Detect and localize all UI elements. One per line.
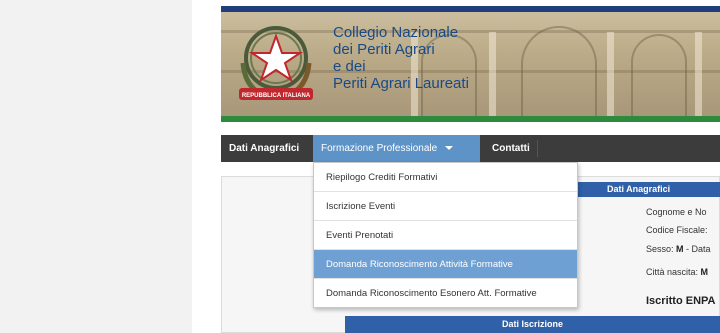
nav-label: Dati Anagrafici xyxy=(229,143,300,154)
page-gutter xyxy=(192,0,220,333)
site-header-banner: REPUBBLICA ITALIANA Collegio Nazionale d… xyxy=(221,6,720,122)
menu-item-iscrizione-eventi[interactable]: Iscrizione Eventi xyxy=(314,192,577,221)
info-row-citta-nascita: Città nascita: M xyxy=(646,267,708,277)
nav-item-formazione-professionale[interactable]: Formazione Professionale xyxy=(313,135,480,162)
nav-label: Formazione Professionale xyxy=(321,143,438,154)
sesso-value: M xyxy=(676,244,684,254)
section-header-dati-iscrizione: Dati Iscrizione xyxy=(345,316,720,333)
iscritto-enpa-label: Iscritto ENPA xyxy=(646,295,716,307)
nav-label: Contatti xyxy=(492,143,530,154)
menu-item-riepilogo-crediti[interactable]: Riepilogo Crediti Formativi xyxy=(314,163,577,192)
info-row-sesso: Sesso: M - Data xyxy=(646,244,711,254)
citta-value: M xyxy=(700,267,709,277)
menu-item-eventi-prenotati[interactable]: Eventi Prenotati xyxy=(314,221,577,250)
caret-down-icon xyxy=(445,146,454,151)
title-line: e dei xyxy=(333,58,366,75)
emblem-ribbon-text: REPUBBLICA ITALIANA xyxy=(242,93,311,99)
info-row-codice-fiscale: Codice Fiscale: xyxy=(646,225,708,235)
data-label: - Data xyxy=(683,244,711,254)
formazione-dropdown-menu: Riepilogo Crediti Formativi Iscrizione E… xyxy=(313,162,578,308)
citta-label: Città nascita: xyxy=(646,267,701,277)
nav-divider xyxy=(537,140,538,157)
menu-item-domanda-esonero[interactable]: Domanda Riconoscimento Esonero Att. Form… xyxy=(314,279,577,308)
header-green-bar xyxy=(221,116,720,122)
nav-item-contatti[interactable]: Contatti xyxy=(484,135,538,162)
info-row-cognome: Cognome e No xyxy=(646,207,707,217)
left-side-panel xyxy=(0,0,192,333)
title-line: Periti Agrari Laureati xyxy=(333,75,469,92)
section-header-dati-anagrafici: Dati Anagrafici xyxy=(577,182,720,197)
title-line: dei Periti Agrari xyxy=(333,41,435,58)
main-nav-bar: Dati Anagrafici Formazione Professionale… xyxy=(221,135,720,162)
sesso-label: Sesso: xyxy=(646,244,677,254)
organization-title: Collegio Nazionale dei Periti Agrari e d… xyxy=(333,24,469,92)
menu-item-domanda-attivita-formative[interactable]: Domanda Riconoscimento Attività Formativ… xyxy=(314,250,577,279)
nav-item-dati-anagrafici[interactable]: Dati Anagrafici xyxy=(221,135,307,162)
title-line: Collegio Nazionale xyxy=(333,24,459,41)
repubblica-italiana-emblem-icon: REPUBBLICA ITALIANA xyxy=(239,26,313,100)
